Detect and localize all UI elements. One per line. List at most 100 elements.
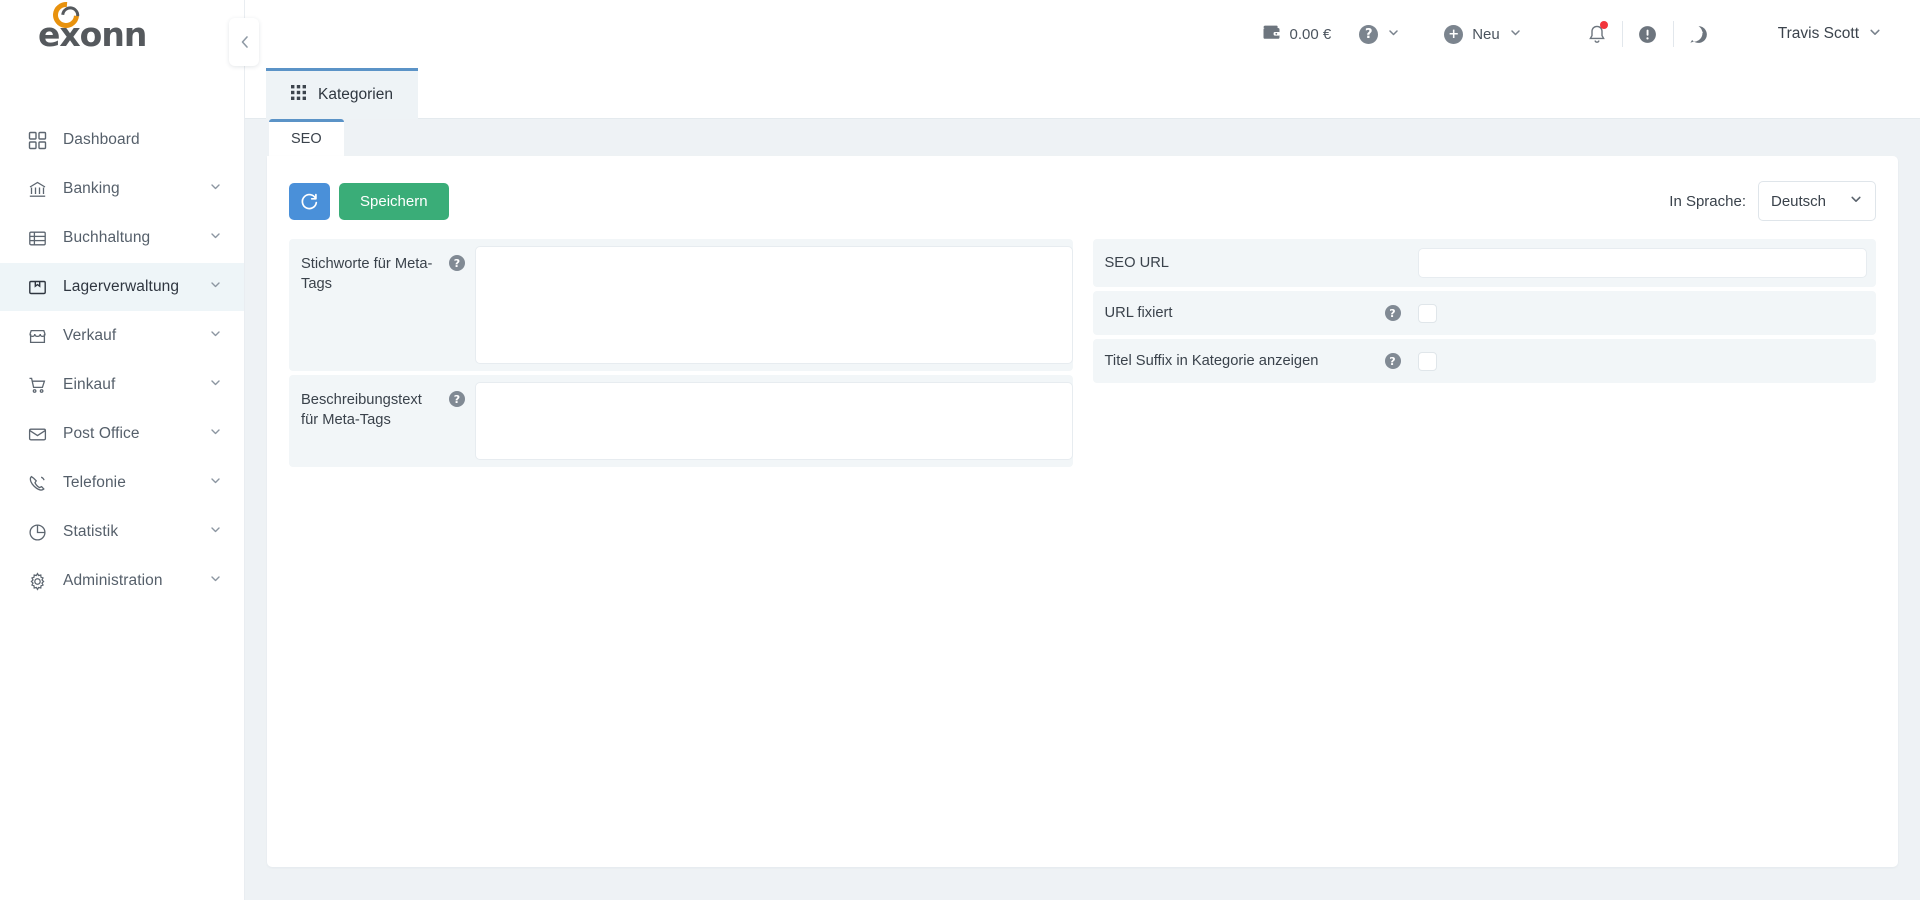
field-label: Stichworte für Meta-Tags (301, 256, 433, 293)
panel-toolbar: Speichern In Sprache: Deutsch (267, 156, 1898, 226)
sidebar-item-label: Statistik (63, 523, 119, 540)
sidebar-item-lagerverwaltung[interactable]: Lagerverwaltung (0, 263, 244, 311)
chevron-down-icon (1849, 192, 1863, 211)
sidebar-item-buchhaltung[interactable]: Buchhaltung (0, 214, 244, 262)
balance-indicator[interactable]: 0.00 € (1248, 14, 1346, 54)
tab-label: Kategorien (318, 86, 393, 103)
help-icon[interactable]: ? (1384, 305, 1401, 321)
grid-icon (28, 131, 54, 150)
sidebar-item-label: Lagerverwaltung (63, 278, 180, 295)
help-icon[interactable]: ? (449, 255, 465, 271)
sidebar-item-dashboard[interactable]: Dashboard (0, 116, 244, 164)
help-icon[interactable]: ? (1384, 353, 1401, 369)
grid-3x3-icon (291, 85, 306, 105)
field-label-wrap: Beschreibungstext für Meta-Tags ? (289, 375, 475, 467)
sidebar-item-label: Administration (63, 572, 163, 589)
field-url-fixed: URL fixiert ? (1092, 291, 1877, 335)
sidebar-item-telefonie[interactable]: Telefonie (0, 459, 244, 507)
logo-text: exonn (38, 14, 147, 54)
chevron-down-icon (209, 229, 222, 247)
chevron-left-icon (241, 36, 248, 48)
sidebar-item-einkauf[interactable]: Einkauf (0, 361, 244, 409)
pie-chart-icon (28, 523, 54, 542)
plus-circle-icon: + (1444, 24, 1464, 44)
chevron-down-icon (209, 523, 222, 541)
refresh-button[interactable] (289, 182, 330, 220)
sidebar-item-label: Banking (63, 180, 120, 197)
field-label: Titel Suffix in Kategorie anzeigen (1104, 353, 1319, 369)
field-control (1413, 291, 1877, 335)
form-column-right: SEO URL URL fixiert ? Titel Suffix in Ka… (1092, 239, 1877, 471)
sidebar-item-label: Verkauf (63, 327, 117, 344)
content-area: SEO Speichern In Sprache: Deutsch Stichw… (245, 119, 1920, 900)
messages-button[interactable] (1678, 13, 1720, 55)
help-icon[interactable]: ? (449, 391, 465, 407)
field-label: URL fixiert (1104, 305, 1173, 321)
balance-value: 0.00 € (1289, 25, 1332, 43)
seo-form: Stichworte für Meta-Tags ? Beschreibungs… (267, 226, 1898, 471)
sidebar: exonn Dashboard Banking Buchhaltung Lage… (0, 0, 259, 900)
field-control (1413, 339, 1877, 383)
title-suffix-checkbox[interactable] (1417, 351, 1437, 371)
chevron-down-icon (1868, 25, 1882, 43)
notifications-button[interactable] (1576, 13, 1618, 55)
sidebar-item-label: Dashboard (63, 131, 140, 148)
seo-panel: Speichern In Sprache: Deutsch Stichworte… (267, 156, 1898, 867)
divider (1621, 21, 1623, 47)
wallet-icon (1262, 24, 1281, 45)
new-menu-label: Neu (1472, 25, 1500, 43)
url-fixed-checkbox[interactable] (1417, 303, 1437, 323)
chevron-down-icon (209, 474, 222, 492)
user-name: Travis Scott (1777, 25, 1859, 42)
chevron-down-icon (209, 278, 222, 296)
envelope-icon (28, 425, 54, 444)
chat-circle-icon (1690, 25, 1708, 43)
sidebar-item-label: Telefonie (63, 474, 126, 491)
alerts-button[interactable] (1627, 13, 1669, 55)
tab-kategorien[interactable]: Kategorien (266, 68, 418, 119)
chevron-down-icon (209, 180, 222, 198)
bank-icon (28, 180, 54, 199)
ledger-icon (28, 229, 54, 248)
seo-url-input[interactable] (1417, 248, 1867, 278)
sidebar-item-banking[interactable]: Banking (0, 165, 244, 213)
chevron-down-icon (209, 376, 222, 394)
sidebar-item-post-office[interactable]: Post Office (0, 410, 244, 458)
cart-icon (28, 376, 54, 395)
meta-keywords-textarea[interactable] (475, 246, 1073, 364)
store-icon (28, 327, 54, 346)
field-control (475, 375, 1073, 467)
chevron-down-icon (1387, 26, 1400, 43)
sub-tab-label: SEO (291, 131, 322, 147)
sidebar-item-label: Post Office (63, 425, 140, 442)
sub-tabbar: SEO (267, 119, 1898, 156)
tab-seo[interactable]: SEO (269, 119, 344, 156)
user-menu[interactable]: Travis Scott (1764, 14, 1896, 54)
field-meta-keywords: Stichworte für Meta-Tags ? (289, 239, 1073, 371)
meta-description-textarea[interactable] (475, 382, 1073, 460)
new-menu[interactable]: + Neu (1430, 14, 1536, 54)
exclamation-circle-icon (1639, 25, 1657, 43)
language-label: In Sprache: (1669, 192, 1746, 210)
save-button[interactable]: Speichern (339, 182, 449, 220)
gear-icon (28, 571, 54, 591)
field-label-wrap: Stichworte für Meta-Tags ? (289, 239, 475, 371)
question-circle-icon: ? (1359, 24, 1379, 44)
help-menu[interactable]: ? (1345, 14, 1414, 54)
sidebar-nav: Dashboard Banking Buchhaltung Lagerverwa… (0, 116, 244, 605)
chevron-down-icon (209, 425, 222, 443)
field-label-wrap: SEO URL (1093, 239, 1413, 287)
form-column-left: Stichworte für Meta-Tags ? Beschreibungs… (289, 239, 1073, 471)
sidebar-collapse-button[interactable] (229, 18, 259, 66)
field-control (475, 239, 1073, 371)
sidebar-item-verkauf[interactable]: Verkauf (0, 312, 244, 360)
box-icon (28, 278, 54, 297)
sidebar-item-statistik[interactable]: Statistik (0, 508, 244, 556)
sidebar-item-label: Einkauf (63, 376, 116, 393)
logo[interactable]: exonn (0, 0, 244, 68)
field-control (1413, 239, 1877, 287)
sidebar-item-administration[interactable]: Administration (0, 557, 244, 605)
language-select[interactable]: Deutsch (1758, 181, 1876, 221)
field-label-wrap: URL fixiert ? (1093, 291, 1413, 335)
field-label: Beschreibungstext für Meta-Tags (301, 392, 422, 429)
